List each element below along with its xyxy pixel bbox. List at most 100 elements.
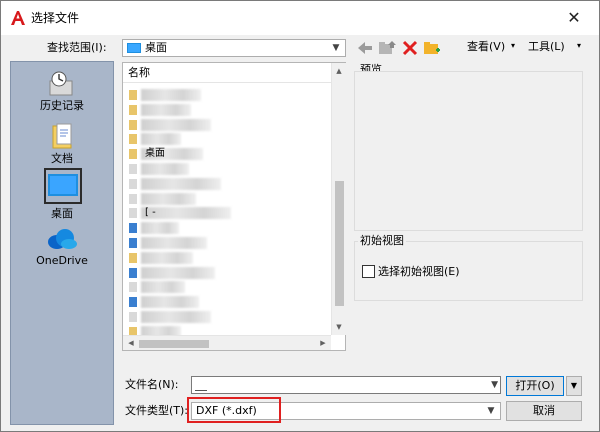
place-history[interactable]: 历史记录 [11,69,113,113]
file-icon [129,164,137,174]
file-icon [129,119,137,130]
desktop-small-icon [127,43,141,53]
list-item[interactable] [127,294,327,310]
list-item[interactable] [127,265,327,281]
list-item[interactable] [127,131,327,147]
tools-menu[interactable]: 工具(L) [528,40,565,54]
list-item[interactable] [127,176,327,192]
file-name: [ ‐ [145,207,156,219]
filetype-label: 文件类型(T): [125,404,189,417]
initial-view-checkbox[interactable] [362,265,375,278]
list-item[interactable] [127,191,327,207]
file-name-obscured [141,237,207,249]
file-name-obscured [141,296,199,309]
file-icon [129,104,137,115]
initial-view-group-label: 初始视图 [358,234,406,248]
scroll-up-icon[interactable]: ▲ [333,65,345,77]
file-name: 桌面 [145,148,165,160]
list-item[interactable] [127,250,327,266]
look-in-label: 查找范围(I): [47,41,107,54]
list-item[interactable]: 桌面 [127,146,327,162]
title-bar: 选择文件 ✕ [1,1,599,35]
place-documents[interactable]: 文档 [11,122,113,166]
dialog-title: 选择文件 [31,11,80,25]
list-item[interactable] [127,309,327,325]
file-list[interactable]: 名称 ^ 桌面 [ ‐ ▲ ▼ ◀ ▶ [122,62,346,351]
place-documents-label: 文档 [51,152,73,165]
list-item[interactable] [127,235,327,251]
list-item[interactable] [127,117,327,133]
autocad-logo-icon [11,11,25,25]
list-item[interactable] [127,87,327,103]
desktop-icon [48,174,78,196]
look-in-select[interactable]: 桌面 ▼ [122,39,346,57]
scroll-down-icon[interactable]: ▼ [333,321,345,333]
select-file-dialog: 选择文件 ✕ 查找范围(I): 桌面 ▼ 查看(V) ▾ 工具(L) ▾ 历史记… [0,0,600,432]
file-name-obscured [141,89,201,101]
file-name-obscured [141,163,189,175]
file-icon [129,282,137,293]
open-button[interactable]: 打开(O) [506,376,564,396]
list-item[interactable]: [ ‐ [127,205,327,221]
file-icon [129,193,137,204]
documents-icon [52,123,72,149]
file-name-obscured [141,281,185,294]
file-icon [129,178,137,189]
places-bar: 历史记录 文档 桌面 OneDrive [10,61,114,425]
look-in-value: 桌面 [145,41,167,54]
place-onedrive[interactable]: OneDrive [11,224,113,268]
close-icon[interactable]: ✕ [563,7,585,29]
horizontal-scrollbar[interactable]: ◀ ▶ [123,335,331,350]
views-menu[interactable]: 查看(V) [467,40,505,54]
file-icon [129,238,137,248]
open-options-button[interactable]: ▼ [566,376,582,396]
list-item[interactable] [127,161,327,177]
horizontal-scroll-thumb[interactable] [139,340,209,348]
file-name-obscured [141,133,181,146]
file-icon [129,208,137,219]
file-name-obscured [141,222,179,235]
list-item[interactable] [127,279,327,295]
file-icon [129,149,137,160]
file-name-obscured [141,118,211,131]
list-item[interactable] [127,220,327,236]
place-desktop-label: 桌面 [51,207,73,220]
filetype-highlight-box [187,397,281,423]
list-item[interactable] [127,102,327,118]
vertical-scrollbar[interactable]: ▲ ▼ [331,63,346,335]
filename-label: 文件名(N): [125,378,179,391]
column-header-name[interactable]: 名称 ^ [123,63,331,83]
place-onedrive-label: OneDrive [36,254,88,267]
cancel-button[interactable]: 取消 [506,401,582,421]
vertical-scroll-thumb[interactable] [335,181,344,306]
views-dropdown-icon[interactable]: ▾ [511,39,515,53]
file-icon [129,297,137,308]
filename-input[interactable]: ▼ [191,376,501,394]
scroll-left-icon[interactable]: ◀ [125,337,137,349]
history-icon [49,71,73,96]
file-icon [129,267,137,278]
file-name-obscured [141,192,196,205]
preview-area [354,71,583,231]
place-desktop-selected[interactable] [44,168,82,204]
chevron-down-icon[interactable]: ▼ [491,378,498,392]
place-history-label: 历史记录 [40,99,84,112]
new-folder-icon[interactable] [422,38,442,58]
file-name-obscured [141,177,221,190]
file-icon [129,312,137,322]
back-arrow-icon[interactable] [355,38,375,58]
file-icon [129,90,137,100]
chevron-down-icon: ▼ [487,406,495,416]
file-icon [129,223,137,234]
onedrive-icon [48,229,77,249]
sort-caret-icon: ^ [128,66,138,79]
file-name-obscured [141,311,211,323]
up-folder-icon[interactable] [377,38,397,58]
file-name-obscured [141,266,215,279]
initial-view-checkbox-label[interactable]: 选择初始视图(E) [378,265,460,279]
file-icon [129,134,137,145]
tools-dropdown-icon[interactable]: ▾ [577,39,581,53]
delete-icon[interactable] [400,38,420,58]
file-icon [129,252,137,263]
scroll-right-icon[interactable]: ▶ [317,337,329,349]
